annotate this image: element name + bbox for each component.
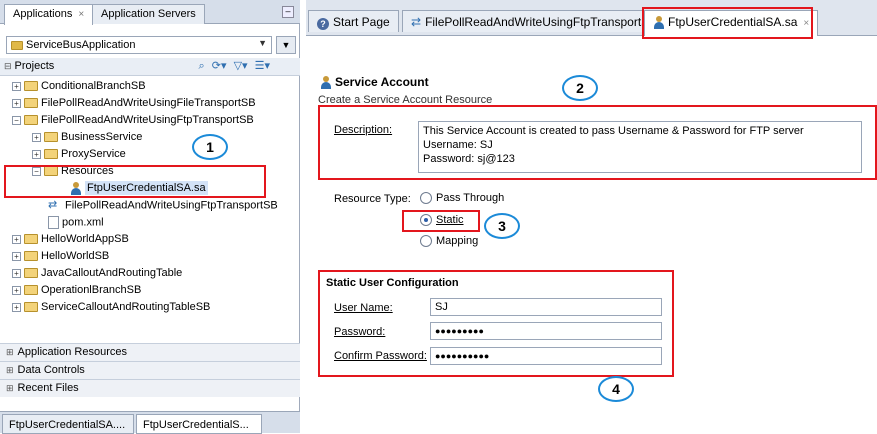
find-icon[interactable]: ⌕ (199, 60, 205, 72)
expand-icon: ⊞ (6, 383, 14, 393)
bottom-tab-2[interactable]: FtpUserCredentialS... (136, 414, 262, 434)
projects-header[interactable]: ⊟ Projects ⌕ ⟳▾ ▽▾ ☰▾ (0, 58, 300, 76)
tree-item[interactable]: ⇄ FilePollReadAndWriteUsingFtpTransportSB (48, 199, 278, 216)
expand-icon[interactable]: + (12, 234, 21, 244)
tab-start-page[interactable]: ? Start Page (308, 10, 399, 32)
folder-icon (24, 268, 38, 279)
folder-icon (44, 149, 58, 160)
tab-pipeline[interactable]: ⇄ FilePollReadAndWriteUsingFtpTransportSB (402, 10, 667, 32)
annotation-bubble-3: 3 (484, 213, 520, 239)
tree-item[interactable]: + ProxyService (32, 148, 126, 165)
tab-application-servers[interactable]: Application Servers (92, 4, 205, 24)
minimize-icon[interactable]: – (282, 6, 294, 18)
tree-item[interactable]: + JavaCalloutAndRoutingTable (12, 267, 182, 284)
service-account-icon (320, 76, 332, 90)
tree-item[interactable]: + ConditionalBranchSB (12, 80, 146, 97)
folder-icon (24, 98, 38, 109)
expand-icon[interactable]: + (32, 149, 41, 159)
highlight-box-static (402, 210, 480, 232)
tree-item[interactable]: + ServiceCalloutAndRoutingTableSB (12, 301, 210, 318)
accordion-recent-files[interactable]: ⊞ Recent Files (0, 379, 300, 397)
description-line: This Service Account is created to pass … (423, 125, 804, 137)
folder-icon (24, 115, 38, 126)
pipeline-icon: ⇄ (411, 15, 422, 29)
tree-item[interactable]: + BusinessService (32, 131, 142, 148)
annotation-bubble-4: 4 (598, 376, 634, 402)
accordion-application-resources[interactable]: ⊞ Application Resources (0, 343, 300, 361)
radio-icon (420, 235, 432, 248)
tree-item[interactable]: + HelloWorldAppSB (12, 233, 129, 250)
tab-applications[interactable]: Applications × (4, 4, 94, 25)
highlight-box-resources (4, 165, 266, 198)
tab-label: Application Servers (101, 8, 196, 20)
expand-icon[interactable]: + (32, 132, 41, 142)
sync-icon[interactable]: ⟳▾ (212, 60, 227, 72)
structure-tabbar: FtpUserCredentialSA.... FtpUserCredentia… (0, 411, 300, 434)
collapse-icon[interactable]: ⊟ (4, 61, 12, 71)
annotation-bubble-1: 1 (192, 134, 228, 160)
close-icon[interactable]: × (78, 9, 84, 20)
tab-label: Applications (13, 8, 73, 20)
navigator-tabbar: Applications × Application Servers – (0, 0, 300, 25)
help-icon: ? (317, 18, 329, 30)
projects-toolbar: ⌕ ⟳▾ ▽▾ ☰▾ (199, 59, 270, 73)
annotation-bubble-2: 2 (562, 75, 598, 101)
description-label: Description: (334, 124, 393, 136)
page-title: Service Account (320, 75, 429, 90)
bottom-tab-1[interactable]: FtpUserCredentialSA.... (2, 414, 134, 434)
radio-icon (420, 192, 432, 205)
expand-icon[interactable]: + (12, 81, 21, 91)
application-name: ServiceBusApplication (26, 39, 136, 51)
folder-icon (24, 234, 38, 245)
sort-icon[interactable]: ☰▾ (255, 60, 270, 72)
tree-item[interactable]: + HelloWorldSB (12, 250, 109, 267)
collapse-icon[interactable]: − (12, 115, 21, 125)
user-name-label: User Name: (334, 302, 393, 314)
description-field[interactable]: This Service Account is created to pass … (418, 121, 862, 173)
tree-item[interactable]: pom.xml (48, 216, 104, 233)
expand-icon[interactable]: + (12, 285, 21, 295)
folder-icon (24, 285, 38, 296)
application-icon (11, 40, 23, 50)
resource-type-label: Resource Type: (334, 193, 411, 205)
folder-icon (24, 251, 38, 262)
xml-file-icon (48, 216, 59, 229)
highlight-box-editor-tab (642, 7, 813, 39)
tree-item[interactable]: − FilePollReadAndWriteUsingFtpTransportSB (12, 114, 254, 131)
expand-icon[interactable]: + (12, 268, 21, 278)
folder-icon (24, 81, 38, 92)
accordion-data-controls[interactable]: ⊞ Data Controls (0, 361, 300, 379)
expand-icon[interactable]: + (12, 98, 21, 108)
user-name-input[interactable]: SJ (430, 298, 662, 316)
description-line: Username: SJ (423, 139, 493, 151)
expand-icon[interactable]: + (12, 302, 21, 312)
confirm-password-input[interactable]: ●●●●●●●●●● (430, 347, 662, 365)
password-label: Password: (334, 326, 386, 338)
folder-icon (44, 132, 58, 143)
confirm-password-label: Confirm Password: (334, 350, 427, 362)
expand-icon[interactable]: + (12, 251, 21, 261)
password-input[interactable]: ●●●●●●●●● (430, 322, 662, 340)
folder-icon (24, 302, 38, 313)
filter-icon[interactable]: ▽▾ (234, 60, 248, 72)
application-selector[interactable]: ServiceBusApplication ▼ (6, 36, 272, 54)
tree-item[interactable]: + FilePollReadAndWriteUsingFileTransportS… (12, 97, 256, 114)
projects-label: Projects (14, 60, 55, 72)
description-line: Password: sj@123 (423, 153, 515, 165)
application-menu-button[interactable]: ▼ (276, 36, 296, 54)
expand-icon: ⊞ (6, 365, 14, 375)
radio-pass-through[interactable]: Pass Through (420, 192, 504, 205)
chevron-down-icon: ▼ (258, 38, 267, 48)
tree-item[interactable]: + OperationlBranchSB (12, 284, 141, 301)
expand-icon: ⊞ (6, 347, 14, 357)
navigator-panel: Applications × Application Servers – Serv… (0, 0, 300, 434)
static-config-title: Static User Configuration (326, 277, 459, 289)
radio-mapping[interactable]: Mapping (420, 235, 478, 248)
pipeline-icon: ⇄ (48, 199, 58, 211)
